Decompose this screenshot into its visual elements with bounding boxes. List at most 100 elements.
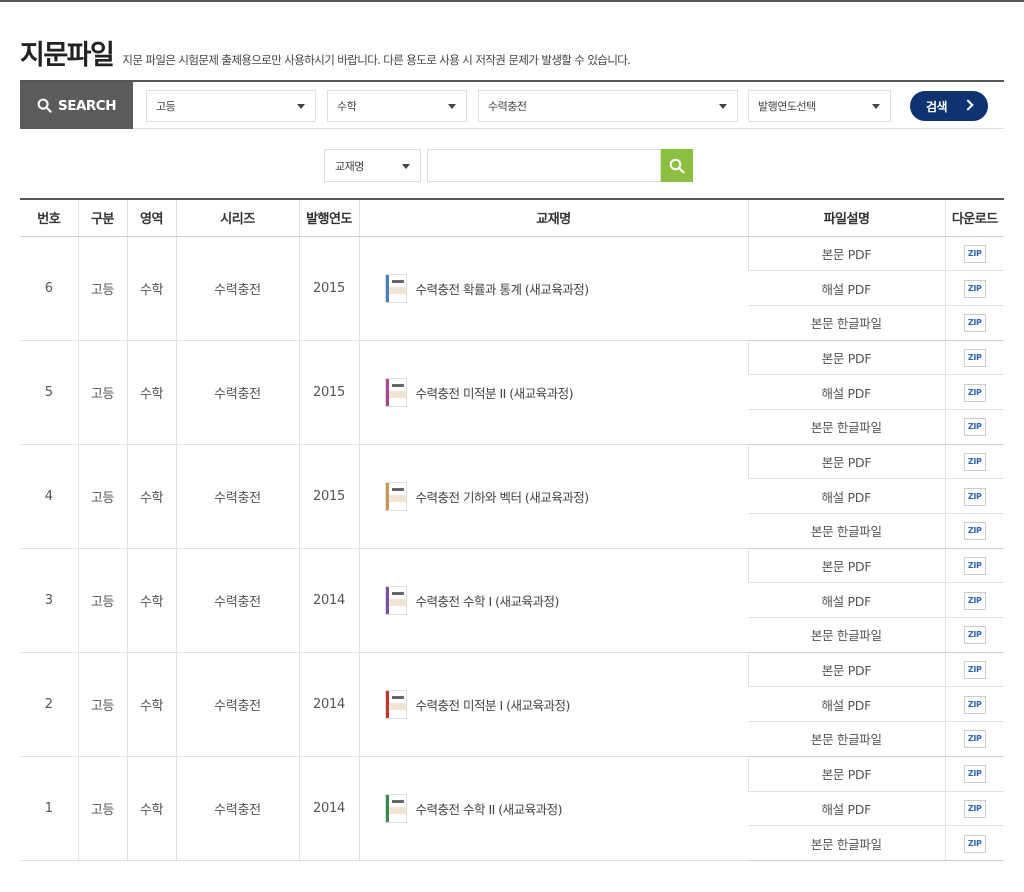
subject-select-value: 수학 xyxy=(337,100,357,113)
cell-number: 1 xyxy=(20,756,78,861)
cell-download: ZIP xyxy=(944,340,1004,376)
cell-number: 5 xyxy=(20,340,78,445)
cell-download: ZIP xyxy=(944,686,1004,723)
book-link[interactable]: 수력충전 기하와 벡터 (새교육과정) xyxy=(384,481,748,511)
cell-file-type: 본문 한글파일 xyxy=(748,409,945,445)
column-header: 구분 xyxy=(77,199,127,237)
year-select-value: 발행연도선택 xyxy=(758,100,816,113)
cell-file-type: 본문 한글파일 xyxy=(748,825,945,861)
cell-download: ZIP xyxy=(944,374,1004,410)
cell-file-type: 본문 PDF xyxy=(747,756,945,792)
cell-download: ZIP xyxy=(944,548,1004,584)
book-search-input[interactable] xyxy=(427,149,661,182)
cell-file-type: 본문 한글파일 xyxy=(748,305,945,341)
cell-year: 2015 xyxy=(298,444,359,549)
search-submit-button[interactable]: 검색 xyxy=(910,91,988,121)
cell-file-type: 해설 PDF xyxy=(748,791,945,827)
cell-file-type: 본문 PDF xyxy=(747,652,945,688)
subject-select[interactable]: 수학 xyxy=(327,90,467,122)
chevron-down-icon xyxy=(448,104,456,109)
table-body: 6 고등 수학 수력충전 2015 수력충전 확률과 통계 (새교육과정) 본문 PDF… xyxy=(20,236,1004,861)
level-select[interactable]: 고등 xyxy=(146,90,316,122)
zip-download-button[interactable]: ZIP xyxy=(963,695,986,714)
book-cover-thumbnail xyxy=(384,793,407,823)
zip-download-button[interactable]: ZIP xyxy=(963,487,986,506)
cell-download: ZIP xyxy=(944,721,1004,757)
cell-year: 2015 xyxy=(298,340,359,445)
cell-series: 수력충전 xyxy=(175,548,299,653)
column-header: 번호 xyxy=(20,199,78,237)
cell-file-type: 본문 PDF xyxy=(747,548,945,584)
book-field-select[interactable]: 교재명 xyxy=(324,149,421,182)
cell-level: 고등 xyxy=(77,548,127,653)
book-field-select-value: 교재명 xyxy=(335,159,364,173)
level-select-value: 고등 xyxy=(156,100,176,113)
zip-download-button[interactable]: ZIP xyxy=(963,279,986,298)
cell-file-type: 본문 PDF xyxy=(747,340,945,376)
zip-download-button[interactable]: ZIP xyxy=(963,626,986,645)
zip-download-button[interactable]: ZIP xyxy=(963,661,986,680)
chevron-down-icon xyxy=(297,104,305,109)
cell-download: ZIP xyxy=(944,444,1004,480)
cell-download: ZIP xyxy=(944,617,1004,653)
column-header: 영역 xyxy=(126,199,176,237)
book-search-button[interactable] xyxy=(661,149,693,182)
year-select[interactable]: 발행연도선택 xyxy=(748,90,891,122)
cell-number: 6 xyxy=(20,236,78,341)
zip-download-button[interactable]: ZIP xyxy=(963,244,986,263)
book-title: 수력충전 기하와 벡터 (새교육과정) xyxy=(415,489,590,505)
cell-series: 수력충전 xyxy=(175,236,299,341)
zip-download-button[interactable]: ZIP xyxy=(963,522,986,541)
table-row: 5 고등 수학 수력충전 2015 수력충전 미적분 II (새교육과정) 본문 PDF… xyxy=(20,340,1004,445)
zip-download-button[interactable]: ZIP xyxy=(963,383,986,402)
cell-download: ZIP xyxy=(944,513,1004,549)
chevron-down-icon xyxy=(872,104,880,109)
chevron-down-icon xyxy=(719,104,727,109)
search-icon xyxy=(37,98,52,113)
cell-area: 수학 xyxy=(126,340,176,445)
book-link[interactable]: 수력충전 미적분 II (새교육과정) xyxy=(384,377,748,407)
table-row: 1 고등 수학 수력충전 2014 수력충전 수학 II (새교육과정) 본문 PDF Z… xyxy=(20,756,1004,861)
cell-area: 수학 xyxy=(126,548,176,653)
series-select[interactable]: 수력충전 xyxy=(478,90,738,122)
zip-download-button[interactable]: ZIP xyxy=(963,557,986,576)
book-cover-thumbnail xyxy=(384,481,407,511)
cell-number: 2 xyxy=(20,652,78,757)
zip-download-button[interactable]: ZIP xyxy=(963,765,986,784)
zip-download-button[interactable]: ZIP xyxy=(963,418,986,437)
cell-file-type: 본문 PDF xyxy=(747,236,945,272)
cell-download: ZIP xyxy=(944,270,1004,306)
book-link[interactable]: 수력충전 미적분 I (새교육과정) xyxy=(384,689,748,719)
page-header: 지문파일 지문 파일은 시험문제 출제용으로만 사용하시기 바랍니다. 다른 용… xyxy=(20,38,631,72)
cell-area: 수학 xyxy=(126,756,176,861)
cell-file-type: 해설 PDF xyxy=(748,478,945,514)
table-row: 2 고등 수학 수력충전 2014 수력충전 미적분 I (새교육과정) 본문 PDF Z… xyxy=(20,652,1004,757)
book-cover-thumbnail xyxy=(384,377,407,407)
zip-download-button[interactable]: ZIP xyxy=(963,348,986,367)
book-link[interactable]: 수력충전 수학 II (새교육과정) xyxy=(384,793,748,823)
chevron-right-icon xyxy=(962,99,974,111)
cell-level: 고등 xyxy=(77,652,127,757)
zip-download-button[interactable]: ZIP xyxy=(963,314,986,333)
book-title: 수력충전 확률과 통계 (새교육과정) xyxy=(415,281,590,297)
cell-download: ZIP xyxy=(944,409,1004,445)
cell-book: 수력충전 미적분 I (새교육과정) xyxy=(358,652,748,757)
book-link[interactable]: 수력충전 확률과 통계 (새교육과정) xyxy=(384,273,748,303)
column-header: 시리즈 xyxy=(175,199,299,237)
cell-file-type: 해설 PDF xyxy=(748,270,945,306)
book-link[interactable]: 수력충전 수학 I (새교육과정) xyxy=(384,585,748,615)
cell-file-type: 해설 PDF xyxy=(748,686,945,723)
cell-file-type: 본문 한글파일 xyxy=(748,617,945,653)
zip-download-button[interactable]: ZIP xyxy=(963,834,986,853)
cell-download: ZIP xyxy=(944,478,1004,514)
chevron-down-icon xyxy=(402,164,410,169)
zip-download-button[interactable]: ZIP xyxy=(963,799,986,818)
search-label: SEARCH xyxy=(20,82,133,129)
table-header-row: 번호 구분 영역 시리즈 발행연도 교재명 파일설명 다운로드 xyxy=(20,199,1004,237)
zip-download-button[interactable]: ZIP xyxy=(963,452,986,471)
cell-level: 고등 xyxy=(77,444,127,549)
zip-download-button[interactable]: ZIP xyxy=(963,591,986,610)
table-row: 3 고등 수학 수력충전 2014 수력충전 수학 I (새교육과정) 본문 PDF ZI… xyxy=(20,548,1004,653)
zip-download-button[interactable]: ZIP xyxy=(963,730,986,749)
book-cover-thumbnail xyxy=(384,689,407,719)
